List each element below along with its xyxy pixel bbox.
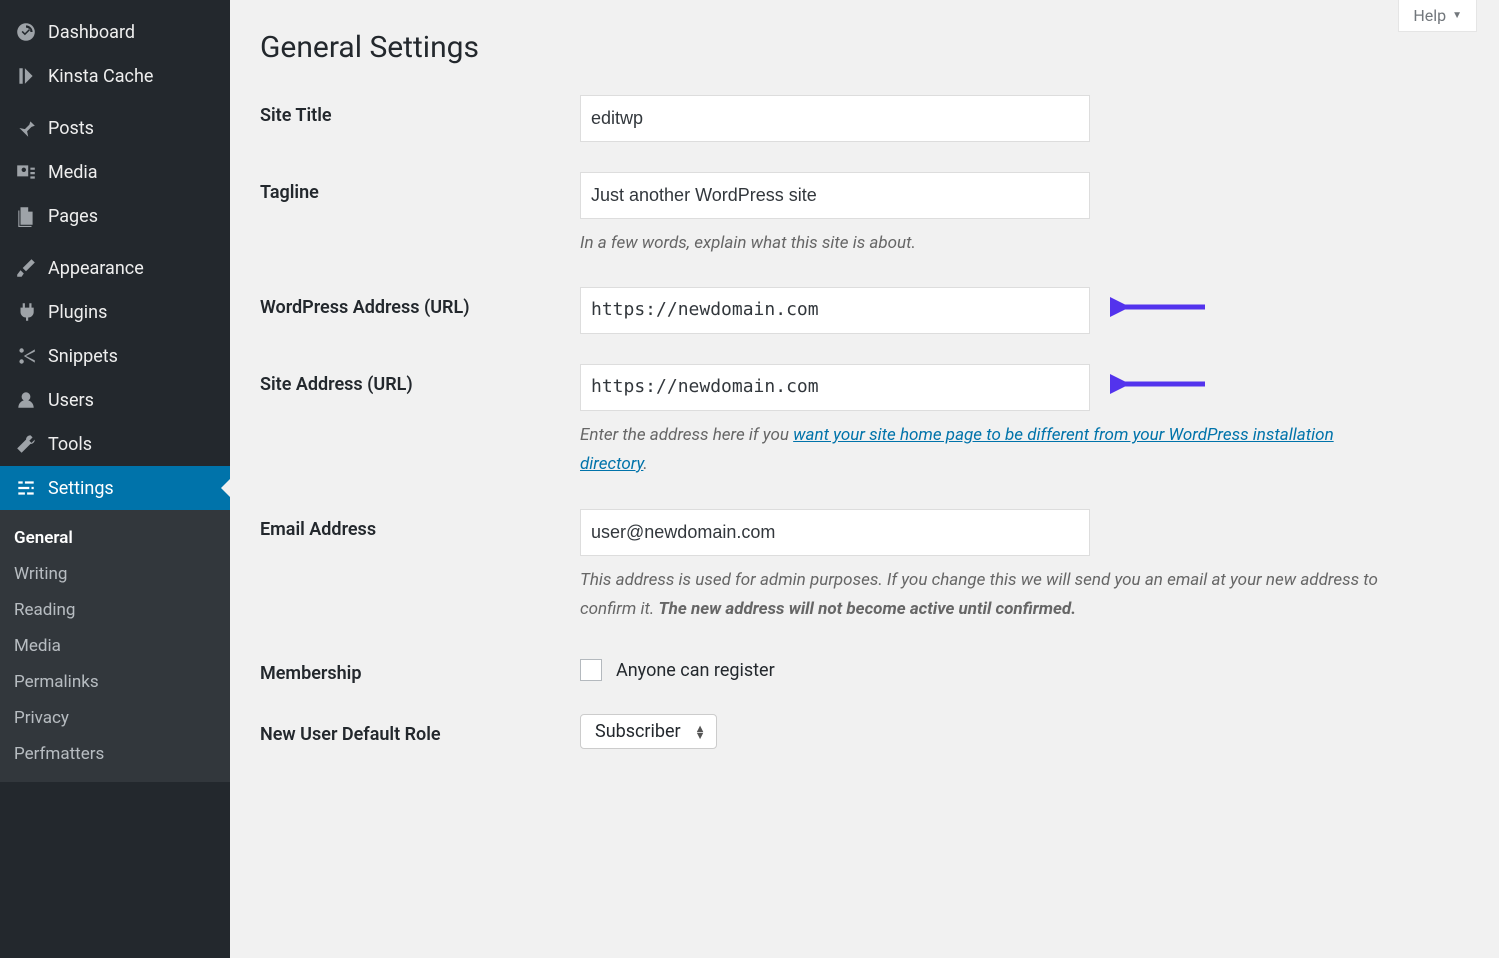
submenu-item-perfmatters[interactable]: Perfmatters: [0, 736, 230, 772]
brush-icon: [14, 256, 38, 280]
email-input[interactable]: [580, 509, 1090, 556]
submenu-item-writing[interactable]: Writing: [0, 556, 230, 592]
sidebar-item-pages[interactable]: Pages: [0, 194, 230, 238]
kinsta-icon: [14, 64, 38, 88]
dashboard-icon: [14, 20, 38, 44]
membership-checkbox[interactable]: [580, 659, 602, 681]
sidebar-item-label: Users: [48, 390, 94, 411]
sidebar-item-label: Posts: [48, 118, 94, 139]
sidebar-item-label: Media: [48, 162, 98, 183]
settings-submenu: General Writing Reading Media Permalinks…: [0, 510, 230, 782]
select-arrows-icon: ▲▼: [695, 725, 706, 739]
help-button[interactable]: Help ▼: [1398, 0, 1477, 32]
admin-sidebar: Dashboard Kinsta Cache Posts Media Pages…: [0, 0, 230, 958]
label-site-title: Site Title: [260, 95, 580, 126]
sidebar-item-label: Settings: [48, 478, 114, 499]
default-role-value: Subscriber: [595, 721, 681, 742]
sidebar-item-dashboard[interactable]: Dashboard: [0, 10, 230, 54]
main-content: Help ▼ General Settings Site Title Tagli…: [230, 0, 1499, 958]
tagline-input[interactable]: [580, 172, 1090, 219]
submenu-item-reading[interactable]: Reading: [0, 592, 230, 628]
sidebar-item-label: Kinsta Cache: [48, 66, 153, 87]
site-address-input[interactable]: [580, 364, 1090, 411]
wrench-icon: [14, 432, 38, 456]
row-tagline: Tagline In a few words, explain what thi…: [260, 172, 1469, 258]
pages-icon: [14, 204, 38, 228]
label-wp-address: WordPress Address (URL): [260, 287, 580, 318]
plug-icon: [14, 300, 38, 324]
row-site-title: Site Title: [260, 95, 1469, 142]
sliders-icon: [14, 476, 38, 500]
media-icon: [14, 160, 38, 184]
row-membership: Membership Anyone can register: [260, 653, 1469, 684]
sidebar-item-tools[interactable]: Tools: [0, 422, 230, 466]
row-wp-address: WordPress Address (URL): [260, 287, 1469, 334]
sidebar-item-label: Dashboard: [48, 22, 135, 43]
submenu-item-general[interactable]: General: [0, 520, 230, 556]
sidebar-item-settings[interactable]: Settings: [0, 466, 230, 510]
sidebar-item-media[interactable]: Media: [0, 150, 230, 194]
sidebar-item-label: Appearance: [48, 258, 144, 279]
sidebar-item-kinsta-cache[interactable]: Kinsta Cache: [0, 54, 230, 98]
sidebar-item-label: Plugins: [48, 302, 107, 323]
label-site-address: Site Address (URL): [260, 364, 580, 395]
page-title: General Settings: [260, 30, 1469, 65]
help-label: Help: [1413, 6, 1446, 25]
site-address-description: Enter the address here if you want your …: [580, 421, 1380, 479]
label-email: Email Address: [260, 509, 580, 540]
sidebar-item-users[interactable]: Users: [0, 378, 230, 422]
sidebar-item-label: Pages: [48, 206, 98, 227]
tagline-description: In a few words, explain what this site i…: [580, 229, 1380, 258]
submenu-item-privacy[interactable]: Privacy: [0, 700, 230, 736]
sidebar-item-label: Tools: [48, 434, 92, 455]
row-default-role: New User Default Role Subscriber ▲▼: [260, 714, 1469, 749]
wp-address-input[interactable]: [580, 287, 1090, 334]
row-site-address: Site Address (URL) Enter the address her…: [260, 364, 1469, 479]
default-role-select[interactable]: Subscriber ▲▼: [580, 714, 717, 749]
sidebar-item-label: Snippets: [48, 346, 118, 367]
submenu-item-permalinks[interactable]: Permalinks: [0, 664, 230, 700]
scissors-icon: [14, 344, 38, 368]
site-title-input[interactable]: [580, 95, 1090, 142]
email-description: This address is used for admin purposes.…: [580, 566, 1380, 624]
sidebar-item-plugins[interactable]: Plugins: [0, 290, 230, 334]
sidebar-item-appearance[interactable]: Appearance: [0, 246, 230, 290]
row-email: Email Address This address is used for a…: [260, 509, 1469, 624]
submenu-item-media[interactable]: Media: [0, 628, 230, 664]
label-default-role: New User Default Role: [260, 714, 580, 745]
sidebar-item-posts[interactable]: Posts: [0, 106, 230, 150]
membership-checkbox-label: Anyone can register: [616, 660, 775, 681]
chevron-down-icon: ▼: [1452, 10, 1462, 21]
user-icon: [14, 388, 38, 412]
pin-icon: [14, 116, 38, 140]
sidebar-item-snippets[interactable]: Snippets: [0, 334, 230, 378]
label-membership: Membership: [260, 653, 580, 684]
label-tagline: Tagline: [260, 172, 580, 203]
